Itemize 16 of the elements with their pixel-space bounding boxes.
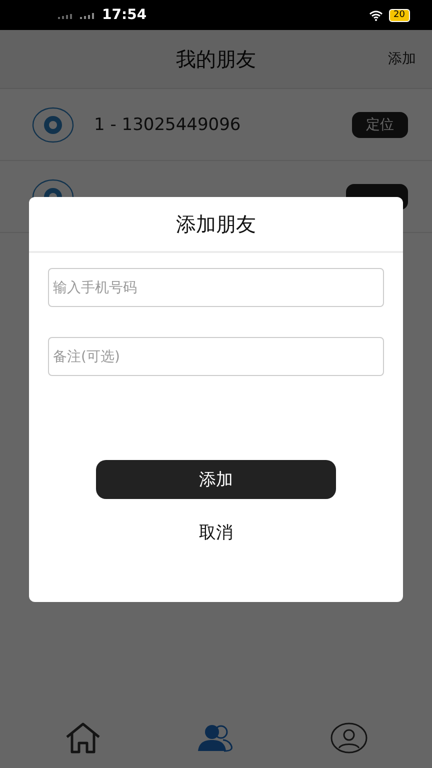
home-icon [64, 720, 102, 754]
wifi-icon [368, 10, 383, 20]
status-time: 17:54 [102, 7, 147, 23]
battery-indicator: 20 [388, 8, 410, 22]
input-field[interactable]: 输入手机号码 [48, 268, 384, 307]
cancel-button[interactable]: 取消 [189, 515, 243, 550]
add-button[interactable]: 添加 [96, 460, 336, 499]
signal-icon [80, 11, 96, 19]
profile-icon [330, 722, 368, 754]
friend-name: 1 - 13025449096 [94, 114, 242, 134]
friends-icon [196, 722, 235, 752]
avatar-icon [32, 106, 74, 142]
dialog-title: 添加朋友 [29, 197, 403, 253]
page-title: 我的朋友 [176, 46, 256, 72]
input-field[interactable]: 备注(可选) [48, 337, 384, 376]
signal-icon [58, 11, 74, 19]
